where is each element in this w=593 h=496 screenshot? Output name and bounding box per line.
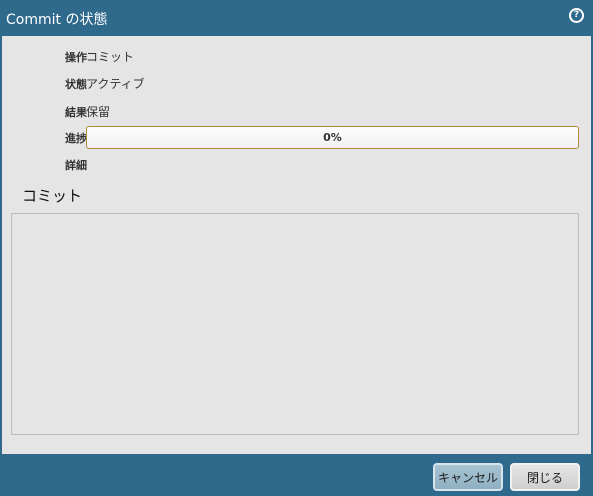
progress-label: 進捗 bbox=[65, 132, 87, 145]
commit-section-title: コミット bbox=[12, 186, 93, 212]
result-value: 保留 bbox=[86, 105, 111, 119]
progress-bar: 0% bbox=[86, 126, 579, 149]
result-row: 結果 保留 bbox=[2, 102, 591, 120]
operation-value: コミット bbox=[86, 50, 135, 64]
close-button[interactable]: 閉じる bbox=[510, 463, 580, 491]
state-row: 状態 アクティブ bbox=[2, 74, 591, 92]
cancel-button[interactable]: キャンセル bbox=[433, 463, 503, 491]
commit-log-panel bbox=[11, 213, 579, 435]
state-label: 状態 bbox=[65, 78, 87, 91]
result-label: 結果 bbox=[65, 106, 87, 119]
dialog-body: 操作 コミット 状態 アクティブ 結果 保留 進捗 0% 詳細 コミット bbox=[2, 36, 591, 454]
state-value: アクティブ bbox=[86, 77, 145, 91]
titlebar[interactable]: Commit の状態 ? bbox=[0, 0, 593, 36]
details-label: 詳細 bbox=[65, 159, 87, 172]
progress-text: 0% bbox=[323, 131, 342, 144]
operation-label: 操作 bbox=[65, 51, 87, 64]
dialog-title: Commit の状態 bbox=[6, 12, 108, 28]
details-row: 詳細 bbox=[2, 155, 591, 173]
dialog-footer: キャンセル 閉じる bbox=[0, 454, 593, 496]
help-icon[interactable]: ? bbox=[569, 8, 584, 23]
operation-row: 操作 コミット bbox=[2, 47, 591, 65]
commit-status-dialog: Commit の状態 ? 操作 コミット 状態 アクティブ 結果 保留 進捗 0… bbox=[0, 0, 593, 496]
